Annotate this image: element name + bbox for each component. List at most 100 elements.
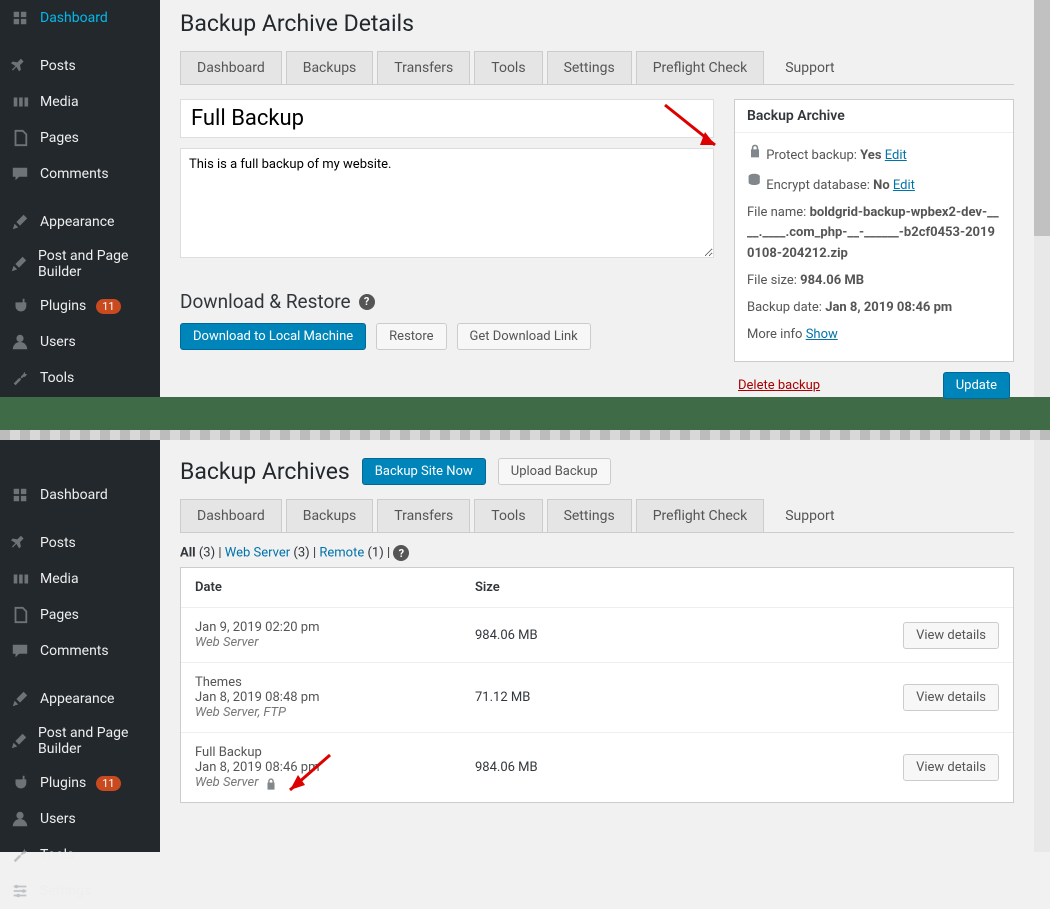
tab-dashboard[interactable]: Dashboard: [180, 499, 282, 532]
sidebar-item-plugins[interactable]: Plugins 11: [0, 765, 160, 801]
pages-icon: [10, 128, 30, 148]
sidebar-item-tools[interactable]: Tools: [0, 360, 160, 396]
sidebar-item-pages[interactable]: Pages: [0, 597, 160, 633]
brush-icon: [10, 212, 30, 232]
plugin-icon: [10, 773, 30, 793]
protect-edit-link[interactable]: Edit: [885, 148, 907, 163]
encrypt-edit-link[interactable]: Edit: [893, 178, 915, 193]
row-title: Full Backup: [195, 745, 475, 760]
sidebar-item-media[interactable]: Media: [0, 84, 160, 120]
sidebar-item-dashboard[interactable]: Dashboard: [0, 477, 160, 513]
sidebar-item-dashboard[interactable]: Dashboard: [0, 0, 160, 36]
filter-web[interactable]: Web Server: [225, 546, 290, 561]
col-date: Date: [195, 580, 475, 595]
sidebar-item-users[interactable]: Users: [0, 801, 160, 837]
plugin-badge: 11: [96, 299, 120, 314]
filter-remote[interactable]: Remote: [319, 546, 364, 561]
sidebar-item-label: Dashboard: [40, 487, 108, 503]
backup-details-pane: Backup Archive Details DashboardBackupsT…: [160, 0, 1034, 397]
get-link-button[interactable]: Get Download Link: [457, 323, 591, 350]
scrollbar-thumb[interactable]: [1034, 0, 1050, 236]
download-restore-heading: Download & Restore ?: [180, 290, 714, 313]
view-details-button[interactable]: View details: [903, 622, 999, 649]
page-title: Backup Archives Backup Site Now Upload B…: [180, 448, 1014, 499]
upload-backup-button[interactable]: Upload Backup: [498, 458, 611, 485]
tab-tools[interactable]: Tools: [474, 51, 542, 84]
delete-backup-link[interactable]: Delete backup: [738, 378, 820, 393]
sidebar-item-appearance[interactable]: Appearance: [0, 204, 160, 240]
backup-now-button[interactable]: Backup Site Now: [362, 458, 486, 485]
moreinfo-label: More info: [747, 327, 802, 342]
sidebar-item-appearance[interactable]: Appearance: [0, 681, 160, 717]
tab-settings[interactable]: Settings: [547, 51, 632, 84]
filter-all[interactable]: All: [180, 546, 196, 561]
help-icon[interactable]: ?: [393, 545, 409, 561]
tab-transfers[interactable]: Transfers: [377, 51, 470, 84]
sidebar-item-posts[interactable]: Posts: [0, 48, 160, 84]
backup-title-input[interactable]: [180, 99, 714, 138]
download-button[interactable]: Download to Local Machine: [180, 323, 366, 350]
sidebar-item-comments[interactable]: Comments: [0, 633, 160, 669]
sidebar-item-label: Media: [40, 571, 79, 587]
filter-all-count: (3): [199, 546, 215, 561]
pages-icon: [10, 605, 30, 625]
sidebar-item-plugins[interactable]: Plugins 11: [0, 288, 160, 324]
media-icon: [10, 569, 30, 589]
backup-description-textarea[interactable]: This is a full backup of my website.: [180, 148, 714, 258]
media-icon: [10, 92, 30, 112]
tab-support[interactable]: Support: [768, 499, 851, 532]
dash-icon: [10, 485, 30, 505]
row-location: Web Server: [195, 775, 475, 790]
tab-support[interactable]: Support: [768, 51, 851, 84]
tab-dashboard[interactable]: Dashboard: [180, 51, 282, 84]
sidebar-item-tools[interactable]: Tools: [0, 837, 160, 873]
sidebar-item-label: Settings: [40, 883, 91, 899]
tab-backups[interactable]: Backups: [286, 499, 374, 532]
sidebar-item-label: Users: [40, 334, 76, 350]
view-details-button[interactable]: View details: [903, 684, 999, 711]
moreinfo-link[interactable]: Show: [806, 327, 838, 342]
sidebar-item-users[interactable]: Users: [0, 324, 160, 360]
protect-label: Protect backup:: [766, 148, 857, 163]
divider: [0, 430, 1050, 440]
encrypt-value: No: [873, 178, 890, 193]
divider: [0, 397, 1050, 430]
row-size: 984.06 MB: [475, 760, 755, 775]
comments-icon: [10, 641, 30, 661]
sidebar-item-label: Comments: [40, 643, 109, 659]
row-title: Themes: [195, 675, 475, 690]
filename-label: File name:: [747, 205, 806, 220]
sidebar-item-comments[interactable]: Comments: [0, 156, 160, 192]
plugin-badge: 11: [96, 776, 120, 791]
tab-tools[interactable]: Tools: [474, 499, 542, 532]
restore-button[interactable]: Restore: [376, 323, 446, 350]
update-button[interactable]: Update: [943, 372, 1010, 399]
sidebar-item-post and page builder[interactable]: Post and Page Builder: [0, 717, 160, 765]
tab-transfers[interactable]: Transfers: [377, 499, 470, 532]
row-date: Jan 9, 2019 02:20 pm: [195, 620, 475, 635]
backupdate-label: Backup date:: [747, 300, 822, 315]
row-size: 984.06 MB: [475, 628, 755, 643]
tab-backups[interactable]: Backups: [286, 51, 374, 84]
sidebar-item-pages[interactable]: Pages: [0, 120, 160, 156]
pin-icon: [10, 56, 30, 76]
sidebar-item-label: Users: [40, 811, 76, 827]
protect-value: Yes: [860, 148, 881, 163]
sidebar-item-media[interactable]: Media: [0, 561, 160, 597]
row-date: Jan 8, 2019 08:46 pm: [195, 760, 475, 775]
sidebar-item-posts[interactable]: Posts: [0, 525, 160, 561]
sidebar-item-label: Plugins: [40, 775, 86, 791]
filter-web-count: (3): [293, 546, 309, 561]
view-details-button[interactable]: View details: [903, 754, 999, 781]
sidebar-item-settings[interactable]: Settings: [0, 873, 160, 909]
wrench-icon: [10, 845, 30, 865]
sidebar-item-label: Tools: [40, 370, 74, 386]
sidebar-item-post and page builder[interactable]: Post and Page Builder: [0, 240, 160, 288]
sidebar-item-label: Pages: [40, 607, 79, 623]
tab-preflight check[interactable]: Preflight Check: [636, 51, 765, 84]
tab-settings[interactable]: Settings: [547, 499, 632, 532]
sidebar-item-label: Appearance: [40, 214, 114, 230]
tab-preflight check[interactable]: Preflight Check: [636, 499, 765, 532]
sidebar-item-label: Posts: [40, 58, 76, 74]
help-icon[interactable]: ?: [359, 294, 375, 310]
